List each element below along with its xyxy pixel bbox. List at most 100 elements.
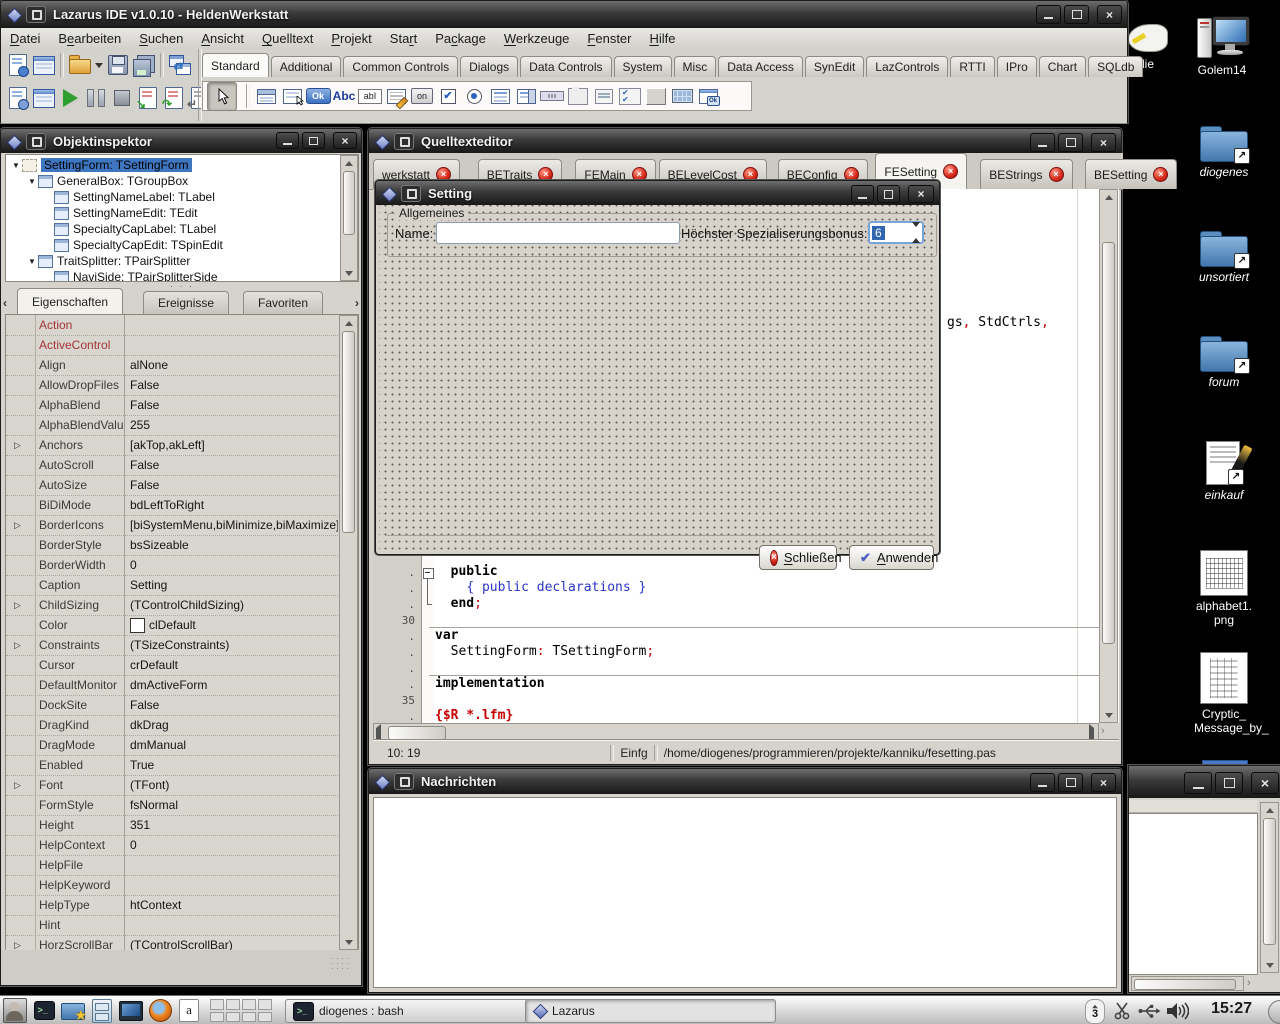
close-icon[interactable]: × (1251, 772, 1279, 794)
component-tmemo[interactable] (383, 83, 409, 110)
scroll-up-icon[interactable] (1100, 190, 1117, 204)
toggle-form-unit-icon[interactable]: ⇄ (167, 52, 193, 78)
property-row[interactable]: DragKinddkDrag (6, 715, 338, 736)
expand-icon[interactable]: ▷ (14, 440, 21, 451)
launcher-bookmarks-folder-icon[interactable]: ★ (60, 998, 86, 1023)
scroll-thumb[interactable] (1263, 818, 1276, 945)
menu-package[interactable]: Package (426, 29, 495, 48)
maximize-icon[interactable] (1058, 773, 1083, 792)
window-menu-icon[interactable] (26, 6, 46, 23)
apply-button[interactable]: ✔ Anwenden (849, 545, 934, 570)
run-icon[interactable] (57, 85, 83, 111)
oi-tab-eigenschaften[interactable]: Eigenschaften (17, 288, 123, 314)
property-row[interactable]: EnabledTrue (6, 755, 338, 776)
expand-icon[interactable]: ▷ (14, 780, 21, 791)
scroll-up-icon[interactable] (341, 156, 357, 170)
palette-tab-data-controls[interactable]: Data Controls (520, 56, 611, 77)
maximize-icon[interactable] (1058, 133, 1083, 152)
palette-tab-system[interactable]: System (614, 56, 672, 77)
new-unit-icon[interactable] (5, 52, 31, 78)
editor-titlebar[interactable]: Quelltexteditor × (369, 129, 1121, 153)
property-row[interactable]: DragModedmManual (6, 735, 338, 756)
palette-tab-standard[interactable]: Standard (202, 53, 269, 77)
property-row[interactable]: HelpTypehtContext (6, 895, 338, 916)
save-icon[interactable] (105, 52, 131, 78)
scroll-down-icon[interactable] (341, 266, 357, 280)
property-row[interactable]: Hint (6, 915, 338, 936)
tab-close-icon[interactable]: × (1049, 167, 1064, 182)
oi-tree-item[interactable]: SpecialtyCapEdit: TSpinEdit (42, 237, 223, 253)
maximize-icon[interactable] (1064, 5, 1089, 24)
step-into-icon[interactable]: ↘ (135, 85, 161, 111)
minimize-icon[interactable] (1184, 772, 1212, 794)
maximize-icon[interactable] (302, 132, 325, 149)
expand-icon[interactable]: ▷ (14, 940, 21, 951)
property-row[interactable]: ▷ChildSizing(TControlChildSizing) (6, 595, 338, 616)
component-tradiogroup[interactable] (591, 83, 617, 110)
messages-titlebar[interactable]: Nachrichten × (369, 769, 1121, 794)
step-over-icon[interactable]: ↷ (161, 85, 187, 111)
tab-close-icon[interactable]: × (943, 164, 958, 179)
side-titlebar[interactable]: × (1129, 766, 1280, 798)
task-button-lazarus[interactable]: Lazarus (525, 999, 776, 1023)
oi-tree-item[interactable]: SettingNameEdit: TEdit (42, 205, 198, 221)
oi-property-grid[interactable]: ActionActiveControlAlignalNoneAllowDropF… (5, 314, 359, 951)
oi-tree-item[interactable]: SettingNameLabel: TLabel (42, 189, 215, 205)
window-menu-icon[interactable] (26, 133, 46, 150)
desktop-icon-unsortiert[interactable]: ↗unsortiert (1194, 231, 1254, 284)
task-button-diogenes-bash[interactable]: >_diogenes : bash (285, 999, 536, 1023)
pause-icon[interactable] (83, 85, 109, 111)
pager-cell[interactable] (226, 1012, 240, 1023)
property-row[interactable]: BorderStylebsSizeable (6, 535, 338, 556)
close-icon[interactable]: × (1091, 133, 1116, 152)
component-ttogglebox[interactable]: on (409, 83, 435, 110)
property-row[interactable]: Height351 (6, 815, 338, 836)
component-tcombobox[interactable] (513, 83, 539, 110)
oi-tree-item[interactable]: ▼SettingForm: TSettingForm (10, 157, 192, 173)
property-row[interactable]: AlphaBlendValu255 (6, 415, 338, 436)
menu-fenster[interactable]: Fenster (578, 29, 640, 48)
palette-tab-chart[interactable]: Chart (1039, 56, 1086, 77)
component-tradiobutton[interactable] (461, 83, 487, 110)
close-icon[interactable]: × (908, 185, 934, 203)
property-row[interactable]: AlphaBlendFalse (6, 395, 338, 416)
minimize-icon[interactable] (1030, 133, 1055, 152)
component-tcheckbox[interactable]: ✔ (435, 83, 461, 110)
view-forms-icon[interactable] (31, 85, 57, 111)
component-tedit[interactable]: abI (357, 83, 383, 110)
palette-tab-ipro[interactable]: IPro (997, 56, 1037, 77)
component-tcheckgroup[interactable]: ✔✔ (617, 83, 643, 110)
setting-name-input[interactable] (436, 222, 680, 244)
side-listbox[interactable] (1129, 813, 1258, 975)
component-tpopupmenu[interactable] (279, 83, 305, 110)
scroll-thumb[interactable] (342, 331, 355, 533)
expand-icon[interactable]: ▷ (14, 600, 21, 611)
window-menu-icon[interactable] (394, 773, 414, 790)
resize-grip[interactable]: ············ (331, 956, 353, 974)
palette-tab-data-access[interactable]: Data Access (718, 56, 803, 77)
window-menu-icon[interactable] (401, 185, 421, 202)
scroll-thumb[interactable] (343, 171, 355, 235)
property-row[interactable]: HelpFile (6, 855, 338, 876)
oi-titlebar[interactable]: Objektinspektor × (1, 129, 361, 153)
desktop-icon-diogenes[interactable]: ↗diogenes (1194, 126, 1254, 179)
menu-datei[interactable]: Datei (1, 29, 49, 48)
property-row[interactable]: CursorcrDefault (6, 655, 338, 676)
minimize-icon[interactable] (276, 132, 299, 149)
pager-cell[interactable] (226, 999, 240, 1010)
palette-tab-lazcontrols[interactable]: LazControls (866, 56, 948, 77)
property-row[interactable]: AutoScrollFalse (6, 455, 338, 476)
desktop-icon-forum[interactable]: ↗forum (1194, 336, 1254, 389)
oi-tabs-scroll-left-icon[interactable]: ‹ (3, 296, 7, 310)
property-row[interactable]: AllowDropFilesFalse (6, 375, 338, 396)
component-tgroupbox[interactable] (565, 83, 591, 110)
open-dropdown-icon[interactable] (93, 52, 105, 78)
tree-expand-icon[interactable]: ▼ (10, 161, 22, 170)
volume-icon[interactable] (1164, 998, 1190, 1023)
editor-tab-bestrings[interactable]: BEStrings× (980, 159, 1072, 189)
palette-tab-rtti[interactable]: RTTI (950, 56, 994, 77)
property-row[interactable]: AlignalNone (6, 355, 338, 376)
new-form-icon[interactable] (31, 52, 57, 78)
fold-collapse-icon[interactable] (423, 568, 434, 579)
minimize-icon[interactable] (851, 185, 874, 203)
